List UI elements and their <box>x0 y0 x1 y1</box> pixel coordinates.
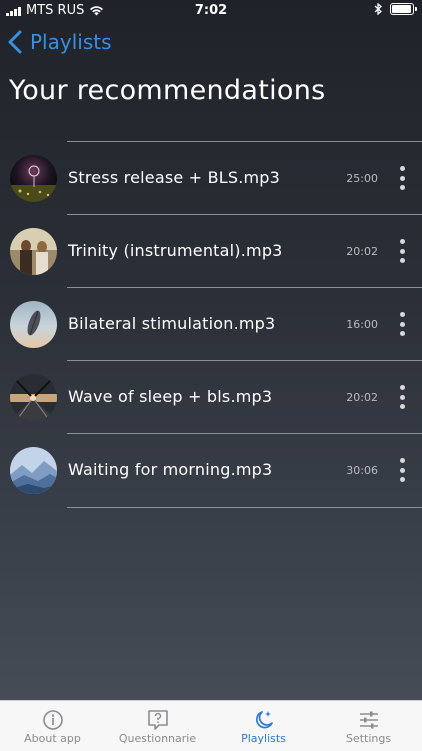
tab-questionnarie[interactable]: Questionnarie <box>105 701 210 751</box>
dandelion-thumbnail <box>10 155 57 202</box>
moon-stars-icon <box>255 711 273 729</box>
tab-label: Settings <box>345 732 392 745</box>
tab-label: Questionnarie <box>118 732 197 745</box>
tab-settings[interactable]: Settings <box>316 701 421 751</box>
sliders-icon <box>359 711 378 729</box>
tab-about-app[interactable]: About app <box>0 701 105 751</box>
question-icon <box>147 710 168 730</box>
battery-fill <box>392 5 411 13</box>
tab-label: Playlists <box>241 732 286 745</box>
track-duration: 16:00 <box>346 318 378 331</box>
more-options-icon[interactable] <box>396 458 408 482</box>
more-options-icon[interactable] <box>396 239 408 263</box>
track-title: Bilateral stimulation.mp3 <box>68 314 276 333</box>
track-row[interactable]: Waiting for morning.mp3 30:06 <box>0 434 422 507</box>
track-duration: 25:00 <box>346 172 378 185</box>
pier-sunset-thumbnail <box>10 374 57 421</box>
more-options-icon[interactable] <box>396 166 408 190</box>
mountains-thumbnail <box>10 447 57 494</box>
tab-bar: About app Questionnarie Playlists Settin… <box>0 700 422 751</box>
track-title: Waiting for morning.mp3 <box>68 460 273 479</box>
tab-playlists[interactable]: Playlists <box>211 701 316 751</box>
track-duration: 30:06 <box>346 464 378 477</box>
track-title: Wave of sleep + bls.mp3 <box>68 387 273 406</box>
track-duration: 20:02 <box>346 391 378 404</box>
back-button[interactable]: Playlists <box>8 30 112 54</box>
status-time: 7:02 <box>194 3 228 18</box>
track-row[interactable]: Wave of sleep + bls.mp3 20:02 <box>0 361 422 434</box>
women-thumbnail <box>10 228 57 275</box>
more-options-icon[interactable] <box>396 312 408 336</box>
status-right <box>374 3 417 15</box>
battery-icon <box>390 3 417 15</box>
page-title: Your recommendations <box>9 75 326 106</box>
track-row[interactable]: Bilateral stimulation.mp3 16:00 <box>0 288 422 361</box>
divider <box>67 507 422 508</box>
feather-thumbnail <box>10 301 57 348</box>
more-options-icon[interactable] <box>396 385 408 409</box>
info-icon <box>42 710 63 730</box>
track-duration: 20:02 <box>346 245 378 258</box>
track-row[interactable]: Trinity (instrumental).mp3 20:02 <box>0 215 422 288</box>
back-label: Playlists <box>30 30 112 54</box>
tab-label: About app <box>24 732 81 745</box>
chevron-left-icon <box>8 30 22 54</box>
status-bar: MTS RUS 7:02 <box>0 0 422 22</box>
track-title: Trinity (instrumental).mp3 <box>68 241 283 260</box>
bluetooth-icon <box>374 3 382 15</box>
track-row[interactable]: Stress release + BLS.mp3 25:00 <box>0 142 422 215</box>
track-title: Stress release + BLS.mp3 <box>68 168 281 187</box>
